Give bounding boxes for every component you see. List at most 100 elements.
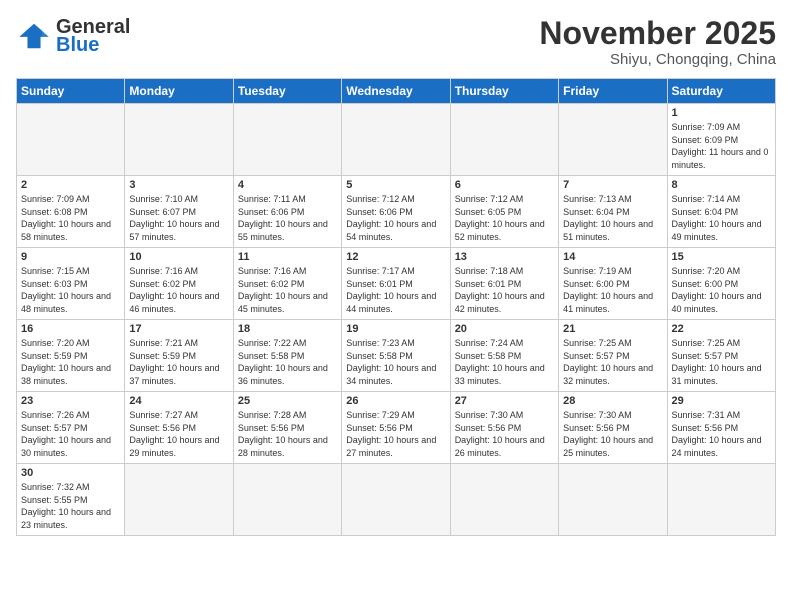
calendar-cell: 6 Sunrise: 7:12 AM Sunset: 6:05 PM Daylig…: [450, 176, 558, 248]
calendar-cell: 23 Sunrise: 7:26 AM Sunset: 5:57 PM Dayli…: [17, 392, 125, 464]
calendar-cell: 29Sunrise: 7:31 AM Sunset: 5:56 PM Dayli…: [667, 392, 775, 464]
day-info: Sunrise: 7:22 AM Sunset: 5:58 PM Dayligh…: [238, 337, 337, 387]
calendar-cell: 27 Sunrise: 7:30 AM Sunset: 5:56 PM Dayli…: [450, 392, 558, 464]
calendar-cell: 5 Sunrise: 7:12 AM Sunset: 6:06 PM Daylig…: [342, 176, 450, 248]
calendar-cell: 3 Sunrise: 7:10 AM Sunset: 6:07 PM Daylig…: [125, 176, 233, 248]
week-row-6: 30 Sunrise: 7:32 AM Sunset: 5:55 PM Dayli…: [17, 464, 776, 535]
day-number: 9: [21, 251, 120, 263]
day-number: 12: [346, 251, 445, 263]
day-info: Sunrise: 7:27 AM Sunset: 5:56 PM Dayligh…: [129, 409, 228, 459]
day-info: Sunrise: 7:31 AM Sunset: 5:56 PM Dayligh…: [672, 409, 771, 459]
week-row-3: 9 Sunrise: 7:15 AM Sunset: 6:03 PM Daylig…: [17, 248, 776, 320]
day-number: 24: [129, 395, 228, 407]
week-row-2: 2 Sunrise: 7:09 AM Sunset: 6:08 PM Daylig…: [17, 176, 776, 248]
subtitle: Shiyu, Chongqing, China: [539, 51, 776, 68]
day-number: 11: [238, 251, 337, 263]
week-row-1: 1 Sunrise: 7:09 AM Sunset: 6:09 PM Daylig…: [17, 104, 776, 176]
calendar-cell: [342, 464, 450, 535]
day-info: Sunrise: 7:11 AM Sunset: 6:06 PM Dayligh…: [238, 193, 337, 243]
logo: General Blue: [16, 16, 130, 56]
day-info: Sunrise: 7:16 AM Sunset: 6:02 PM Dayligh…: [129, 265, 228, 315]
day-info: Sunrise: 7:26 AM Sunset: 5:57 PM Dayligh…: [21, 409, 120, 459]
day-info: Sunrise: 7:15 AM Sunset: 6:03 PM Dayligh…: [21, 265, 120, 315]
day-number: 1: [672, 107, 771, 119]
weekday-header-saturday: Saturday: [667, 79, 775, 104]
calendar-cell: 13 Sunrise: 7:18 AM Sunset: 6:01 PM Dayli…: [450, 248, 558, 320]
day-number: 19: [346, 323, 445, 335]
day-info: Sunrise: 7:30 AM Sunset: 5:56 PM Dayligh…: [563, 409, 662, 459]
day-number: 26: [346, 395, 445, 407]
day-number: 18: [238, 323, 337, 335]
day-info: Sunrise: 7:12 AM Sunset: 6:06 PM Dayligh…: [346, 193, 445, 243]
calendar-cell: 26 Sunrise: 7:29 AM Sunset: 5:56 PM Dayli…: [342, 392, 450, 464]
day-number: 4: [238, 179, 337, 191]
logo-icon: [16, 22, 52, 50]
day-info: Sunrise: 7:20 AM Sunset: 6:00 PM Dayligh…: [672, 265, 771, 315]
day-info: Sunrise: 7:29 AM Sunset: 5:56 PM Dayligh…: [346, 409, 445, 459]
calendar-cell: 7Sunrise: 7:13 AM Sunset: 6:04 PM Daylig…: [559, 176, 667, 248]
weekday-header-row: SundayMondayTuesdayWednesdayThursdayFrid…: [17, 79, 776, 104]
calendar-cell: [450, 464, 558, 535]
day-info: Sunrise: 7:12 AM Sunset: 6:05 PM Dayligh…: [455, 193, 554, 243]
day-number: 28: [563, 395, 662, 407]
calendar-cell: [342, 104, 450, 176]
day-number: 7: [563, 179, 662, 191]
day-number: 8: [672, 179, 771, 191]
day-number: 30: [21, 467, 120, 479]
day-info: Sunrise: 7:23 AM Sunset: 5:58 PM Dayligh…: [346, 337, 445, 387]
day-number: 6: [455, 179, 554, 191]
day-number: 25: [238, 395, 337, 407]
calendar-cell: [450, 104, 558, 176]
calendar-cell: [233, 104, 341, 176]
day-info: Sunrise: 7:10 AM Sunset: 6:07 PM Dayligh…: [129, 193, 228, 243]
page: General Blue November 2025 Shiyu, Chongq…: [0, 0, 792, 612]
day-info: Sunrise: 7:18 AM Sunset: 6:01 PM Dayligh…: [455, 265, 554, 315]
day-info: Sunrise: 7:30 AM Sunset: 5:56 PM Dayligh…: [455, 409, 554, 459]
weekday-header-tuesday: Tuesday: [233, 79, 341, 104]
calendar-cell: 11 Sunrise: 7:16 AM Sunset: 6:02 PM Dayli…: [233, 248, 341, 320]
day-number: 27: [455, 395, 554, 407]
calendar-cell: [233, 464, 341, 535]
day-number: 21: [563, 323, 662, 335]
calendar-cell: 25 Sunrise: 7:28 AM Sunset: 5:56 PM Dayli…: [233, 392, 341, 464]
calendar-cell: [559, 104, 667, 176]
weekday-header-monday: Monday: [125, 79, 233, 104]
day-info: Sunrise: 7:24 AM Sunset: 5:58 PM Dayligh…: [455, 337, 554, 387]
day-info: Sunrise: 7:20 AM Sunset: 5:59 PM Dayligh…: [21, 337, 120, 387]
calendar-cell: [559, 464, 667, 535]
day-number: 13: [455, 251, 554, 263]
calendar-cell: 15 Sunrise: 7:20 AM Sunset: 6:00 PM Dayli…: [667, 248, 775, 320]
day-info: Sunrise: 7:09 AM Sunset: 6:08 PM Dayligh…: [21, 193, 120, 243]
calendar-cell: 18 Sunrise: 7:22 AM Sunset: 5:58 PM Dayli…: [233, 320, 341, 392]
day-number: 5: [346, 179, 445, 191]
day-number: 22: [672, 323, 771, 335]
day-info: Sunrise: 7:16 AM Sunset: 6:02 PM Dayligh…: [238, 265, 337, 315]
day-info: Sunrise: 7:14 AM Sunset: 6:04 PM Dayligh…: [672, 193, 771, 243]
calendar-cell: 21Sunrise: 7:25 AM Sunset: 5:57 PM Dayli…: [559, 320, 667, 392]
day-info: Sunrise: 7:09 AM Sunset: 6:09 PM Dayligh…: [672, 121, 771, 171]
day-number: 10: [129, 251, 228, 263]
day-number: 3: [129, 179, 228, 191]
day-info: Sunrise: 7:28 AM Sunset: 5:56 PM Dayligh…: [238, 409, 337, 459]
day-number: 15: [672, 251, 771, 263]
week-row-5: 23 Sunrise: 7:26 AM Sunset: 5:57 PM Dayli…: [17, 392, 776, 464]
weekday-header-sunday: Sunday: [17, 79, 125, 104]
day-info: Sunrise: 7:21 AM Sunset: 5:59 PM Dayligh…: [129, 337, 228, 387]
day-info: Sunrise: 7:25 AM Sunset: 5:57 PM Dayligh…: [672, 337, 771, 387]
day-number: 2: [21, 179, 120, 191]
day-info: Sunrise: 7:32 AM Sunset: 5:55 PM Dayligh…: [21, 481, 120, 531]
day-number: 20: [455, 323, 554, 335]
calendar-cell: 12Sunrise: 7:17 AM Sunset: 6:01 PM Dayli…: [342, 248, 450, 320]
weekday-header-thursday: Thursday: [450, 79, 558, 104]
calendar-cell: 14Sunrise: 7:19 AM Sunset: 6:00 PM Dayli…: [559, 248, 667, 320]
calendar-cell: [125, 464, 233, 535]
calendar-cell: [667, 464, 775, 535]
calendar-cell: 19 Sunrise: 7:23 AM Sunset: 5:58 PM Dayli…: [342, 320, 450, 392]
calendar-cell: 1 Sunrise: 7:09 AM Sunset: 6:09 PM Daylig…: [667, 104, 775, 176]
calendar-cell: 28 Sunrise: 7:30 AM Sunset: 5:56 PM Dayli…: [559, 392, 667, 464]
header: General Blue November 2025 Shiyu, Chongq…: [16, 16, 776, 68]
day-number: 23: [21, 395, 120, 407]
day-info: Sunrise: 7:19 AM Sunset: 6:00 PM Dayligh…: [563, 265, 662, 315]
day-number: 17: [129, 323, 228, 335]
calendar: SundayMondayTuesdayWednesdayThursdayFrid…: [16, 78, 776, 535]
